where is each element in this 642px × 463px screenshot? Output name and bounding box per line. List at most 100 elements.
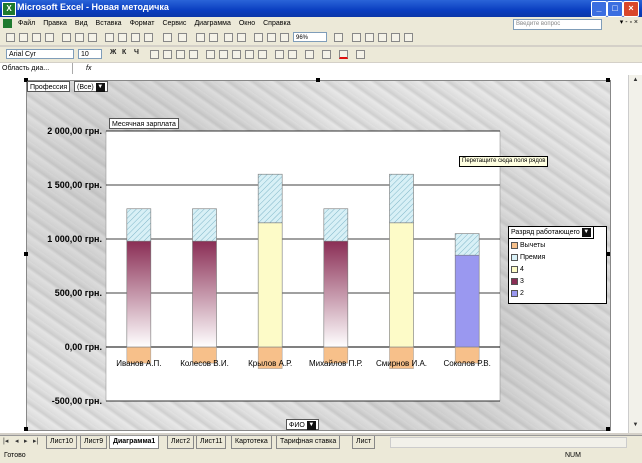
close-icon[interactable]: × (623, 1, 639, 17)
chart-wizard-icon[interactable] (254, 33, 263, 42)
formatting-options-icon[interactable] (356, 50, 365, 59)
data-field-button[interactable]: Месячная зарплата (109, 118, 179, 129)
first-sheet-icon[interactable]: |◂ (3, 437, 8, 445)
dropdown-arrow-icon[interactable]: ▼ (581, 227, 591, 237)
bold-button[interactable]: Ж (110, 49, 116, 56)
next-sheet-icon[interactable]: ▸ (24, 437, 28, 445)
borders-icon[interactable] (305, 50, 314, 59)
resize-handle[interactable] (606, 78, 610, 82)
scroll-up-icon[interactable]: ▲ (631, 77, 640, 86)
series-drop-zone[interactable]: Перетащите сюда поля рядов (459, 156, 549, 167)
menu-view[interactable]: Вид (71, 17, 92, 30)
increase-decimal-icon[interactable] (245, 50, 254, 59)
spelling-icon[interactable] (88, 33, 97, 42)
sheet-tab[interactable]: Лист11 (196, 436, 227, 449)
decrease-decimal-icon[interactable] (258, 50, 267, 59)
menu-chart[interactable]: Диаграмма (190, 17, 234, 30)
resize-handle[interactable] (24, 252, 28, 256)
menu-edit[interactable]: Правка (39, 17, 71, 30)
chart-legend[interactable]: Разряд работающего ▼ Вычеты Премия 4 3 2 (508, 226, 607, 304)
underline-button[interactable]: Ч (134, 49, 139, 56)
currency-icon[interactable] (206, 50, 215, 59)
paste-icon[interactable] (131, 33, 140, 42)
fill-color-icon[interactable] (322, 50, 331, 59)
menu-window[interactable]: Окно (235, 17, 259, 30)
menu-tools[interactable]: Сервис (158, 17, 190, 30)
sheet-tab[interactable]: Лист9 (80, 436, 108, 449)
chart-type-icon[interactable] (352, 33, 361, 42)
prev-sheet-icon[interactable]: ◂ (15, 437, 19, 445)
toolbar-options-icon[interactable] (404, 33, 413, 42)
comma-icon[interactable] (232, 50, 241, 59)
align-left-icon[interactable] (150, 50, 159, 59)
italic-button[interactable]: К (122, 49, 126, 56)
horizontal-scrollbar[interactable] (390, 437, 627, 448)
sheet-tab[interactable]: Тарифная ставка (276, 436, 341, 449)
excel-icon[interactable]: X (2, 2, 16, 16)
zoom-select[interactable]: 96% (293, 32, 327, 42)
status-text: Готово (4, 452, 26, 459)
maximize-icon[interactable]: □ (607, 1, 623, 17)
menu-insert[interactable]: Вставка (92, 17, 126, 30)
resize-handle[interactable] (316, 78, 320, 82)
hyperlink-icon[interactable] (196, 33, 205, 42)
font-color-icon[interactable] (339, 50, 348, 59)
save-icon[interactable] (32, 33, 41, 42)
align-right-icon[interactable] (176, 50, 185, 59)
page-field-filter[interactable]: (Все) ▼ (74, 81, 108, 92)
sheet-tab[interactable]: Лист (352, 436, 376, 449)
series-field-button[interactable]: Разряд работающего ▼ (508, 226, 594, 239)
sheet-tab[interactable]: Картотека (231, 436, 272, 449)
increase-indent-icon[interactable] (288, 50, 297, 59)
sort-desc-icon[interactable] (237, 33, 246, 42)
print-icon[interactable] (62, 33, 71, 42)
minimize-icon[interactable]: _ (591, 1, 607, 17)
resize-handle[interactable] (606, 427, 610, 431)
help-search-input[interactable]: Введите вопрос (513, 19, 602, 30)
legend-icon[interactable] (365, 33, 374, 42)
vertical-scrollbar[interactable]: ▲ ▼ (628, 75, 642, 433)
legend-swatch (511, 265, 518, 273)
resize-handle[interactable] (24, 427, 28, 431)
name-box[interactable]: Область диа... (0, 63, 73, 74)
series-field-name: Разряд работающего (511, 229, 580, 236)
decrease-indent-icon[interactable] (275, 50, 284, 59)
sheet-tab[interactable]: Лист2 (167, 436, 195, 449)
drawing-icon[interactable] (267, 33, 276, 42)
scroll-down-icon[interactable]: ▼ (631, 422, 640, 431)
font-size-select[interactable]: 10 (78, 49, 102, 59)
menu-file[interactable]: Файл (14, 17, 39, 30)
help-icon[interactable] (334, 33, 343, 42)
document-icon[interactable] (3, 19, 12, 28)
pivot-table-icon[interactable] (280, 33, 289, 42)
pivot-settings-icon[interactable] (391, 33, 400, 42)
sheet-tab-active[interactable]: Диаграмма1 (109, 436, 160, 449)
merge-center-icon[interactable] (189, 50, 198, 59)
new-icon[interactable] (6, 33, 15, 42)
permission-icon[interactable] (45, 33, 54, 42)
autosum-icon[interactable] (209, 33, 218, 42)
format-painter-icon[interactable] (144, 33, 153, 42)
menu-help[interactable]: Справка (259, 17, 294, 30)
legend-item: 3 (511, 277, 524, 286)
cut-icon[interactable] (105, 33, 114, 42)
pivot-refresh-icon[interactable] (378, 33, 387, 42)
last-sheet-icon[interactable]: ▸| (33, 437, 38, 445)
align-center-icon[interactable] (163, 50, 172, 59)
category-field-button[interactable]: ФИО ▼ (286, 419, 319, 430)
menu-format[interactable]: Формат (126, 17, 159, 30)
percent-icon[interactable] (219, 50, 228, 59)
print-preview-icon[interactable] (75, 33, 84, 42)
fx-icon[interactable]: fx (86, 63, 91, 74)
dropdown-arrow-icon[interactable]: ▼ (306, 420, 316, 430)
redo-icon[interactable] (178, 33, 187, 42)
doc-window-controls[interactable]: ▾ - ▫ × (620, 18, 638, 26)
font-name-select[interactable]: Arial Cyr (6, 49, 74, 59)
sheet-tab[interactable]: Лист10 (46, 436, 77, 449)
page-field-button[interactable]: Профессия (27, 81, 71, 92)
undo-icon[interactable] (163, 33, 172, 42)
open-icon[interactable] (19, 33, 28, 42)
copy-icon[interactable] (118, 33, 127, 42)
sort-asc-icon[interactable] (224, 33, 233, 42)
dropdown-arrow-icon[interactable]: ▼ (95, 82, 105, 92)
